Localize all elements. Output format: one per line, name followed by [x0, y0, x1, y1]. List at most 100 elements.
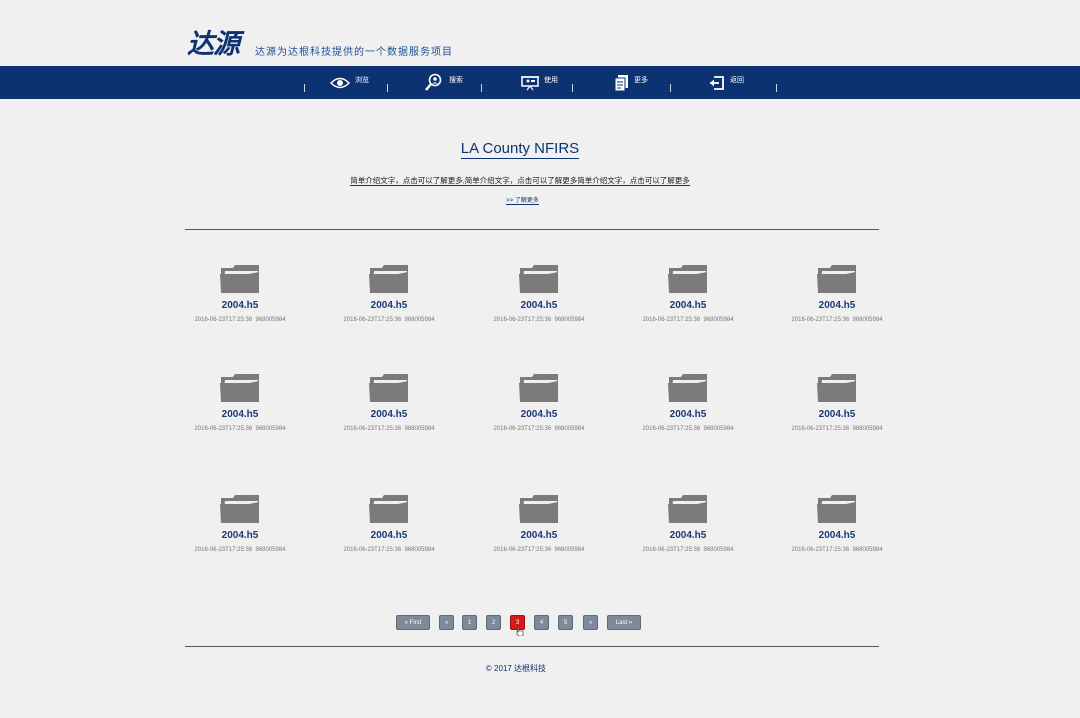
nav-item-more[interactable]: 更多	[614, 73, 648, 93]
file-date: 2016-06-23T17:25:36	[642, 426, 701, 432]
folder-icon	[334, 263, 444, 295]
file-item[interactable]: 2004.h5 2016-06-23T17:25:36 968005984	[185, 493, 295, 553]
nav-item-use[interactable]: 使用	[521, 73, 558, 93]
logo[interactable]: 达源	[187, 30, 240, 60]
folder-icon	[633, 263, 743, 295]
file-name[interactable]: 2004.h5	[782, 300, 892, 311]
folder-icon	[782, 493, 892, 525]
tagline: 达源为达根科技提供的一个数据服务项目	[255, 47, 453, 58]
document-icon	[614, 74, 629, 92]
file-item[interactable]: 2004.h5 2016-06-23T17:25:36 968005984	[782, 372, 892, 432]
file-date: 2016-06-23T17:25:36	[343, 317, 402, 323]
folder-icon	[484, 493, 594, 525]
folder-icon	[633, 372, 743, 404]
file-date: 2016-06-23T17:25:36	[642, 317, 701, 323]
folder-icon	[334, 372, 444, 404]
file-item[interactable]: 2004.h5 2016-06-23T17:25:36 968005984	[185, 372, 295, 432]
file-item[interactable]: 2004.h5 2016-06-23T17:25:36 968005984	[185, 263, 295, 323]
nav-item-back[interactable]: 返回	[709, 73, 744, 93]
learn-more-link[interactable]: >> 了解更多	[0, 195, 1045, 205]
file-meta: 2016-06-23T17:25:36 968005984	[185, 426, 295, 432]
file-date: 2016-06-23T17:25:36	[194, 317, 253, 323]
file-meta: 2016-06-23T17:25:36 968005984	[633, 317, 743, 323]
file-name[interactable]: 2004.h5	[633, 530, 743, 541]
file-meta: 2016-06-23T17:25:36 968005984	[484, 317, 594, 323]
nav-separator	[481, 84, 482, 92]
file-size: 968005984	[554, 547, 585, 553]
file-item[interactable]: 2004.h5 2016-06-23T17:25:36 968005984	[334, 263, 444, 323]
eye-icon	[330, 76, 350, 90]
file-name[interactable]: 2004.h5	[334, 530, 444, 541]
file-date: 2016-06-23T17:25:36	[343, 426, 402, 432]
file-name[interactable]: 2004.h5	[633, 300, 743, 311]
page-prev-button[interactable]: «	[439, 615, 454, 630]
file-date: 2016-06-23T17:25:36	[791, 547, 850, 553]
file-meta: 2016-06-23T17:25:36 968005984	[484, 426, 594, 432]
file-size: 968005984	[554, 426, 585, 432]
file-meta: 2016-06-23T17:25:36 968005984	[633, 547, 743, 553]
file-name[interactable]: 2004.h5	[782, 530, 892, 541]
file-size: 968005984	[703, 426, 734, 432]
page-last-button[interactable]: Last »	[607, 615, 641, 630]
file-date: 2016-06-23T17:25:36	[642, 547, 701, 553]
intro-description: 简单介绍文字，点击可以了解更多,简单介绍文字，点击可以了解更多简单介绍文字，点击…	[350, 176, 690, 186]
file-name[interactable]: 2004.h5	[185, 409, 295, 420]
file-date: 2016-06-23T17:25:36	[791, 317, 850, 323]
file-meta: 2016-06-23T17:25:36 968005984	[185, 547, 295, 553]
folder-icon	[782, 263, 892, 295]
presentation-icon	[521, 75, 539, 91]
footer-copyright: © 2017 达根科技	[485, 664, 547, 673]
file-name[interactable]: 2004.h5	[185, 530, 295, 541]
file-date: 2016-06-23T17:25:36	[194, 547, 253, 553]
file-date: 2016-06-23T17:25:36	[493, 547, 552, 553]
file-item[interactable]: 2004.h5 2016-06-23T17:25:36 968005984	[334, 493, 444, 553]
page-button-2[interactable]: 2	[486, 615, 501, 630]
file-item[interactable]: 2004.h5 2016-06-23T17:25:36 968005984	[484, 493, 594, 553]
file-item[interactable]: 2004.h5 2016-06-23T17:25:36 968005984	[782, 263, 892, 323]
file-item[interactable]: 2004.h5 2016-06-23T17:25:36 968005984	[633, 263, 743, 323]
nav-label-more: 更多	[634, 77, 648, 84]
file-item[interactable]: 2004.h5 2016-06-23T17:25:36 968005984	[484, 263, 594, 323]
file-date: 2016-06-23T17:25:36	[493, 317, 552, 323]
folder-icon	[334, 493, 444, 525]
file-date: 2016-06-23T17:25:36	[194, 426, 253, 432]
file-size: 968005984	[852, 426, 883, 432]
nav-item-browse[interactable]: 浏览	[330, 73, 369, 93]
page-button-5[interactable]: 5	[558, 615, 573, 630]
nav-label-search: 搜索	[449, 77, 463, 84]
file-item[interactable]: 2004.h5 2016-06-23T17:25:36 968005984	[633, 493, 743, 553]
folder-icon	[484, 372, 594, 404]
file-name[interactable]: 2004.h5	[484, 530, 594, 541]
file-name[interactable]: 2004.h5	[633, 409, 743, 420]
page-next-button[interactable]: »	[583, 615, 598, 630]
file-size: 968005984	[852, 317, 883, 323]
page-first-button[interactable]: « First	[396, 615, 430, 630]
file-meta: 2016-06-23T17:25:36 968005984	[334, 547, 444, 553]
file-meta: 2016-06-23T17:25:36 968005984	[782, 426, 892, 432]
file-name[interactable]: 2004.h5	[484, 300, 594, 311]
hand-cursor-icon	[516, 626, 524, 636]
folder-icon	[633, 493, 743, 525]
page-button-4[interactable]: 4	[534, 615, 549, 630]
divider-top	[185, 229, 879, 230]
file-item[interactable]: 2004.h5 2016-06-23T17:25:36 968005984	[334, 372, 444, 432]
file-date: 2016-06-23T17:25:36	[493, 426, 552, 432]
file-size: 968005984	[255, 317, 286, 323]
file-name[interactable]: 2004.h5	[782, 409, 892, 420]
nav-separator	[572, 84, 573, 92]
nav-item-search[interactable]: 搜索	[424, 73, 463, 93]
navbar: 浏览 搜索 使用 更多 返回	[0, 66, 1080, 99]
file-date: 2016-06-23T17:25:36	[343, 547, 402, 553]
file-item[interactable]: 2004.h5 2016-06-23T17:25:36 968005984	[633, 372, 743, 432]
page-button-1[interactable]: 1	[462, 615, 477, 630]
file-name[interactable]: 2004.h5	[334, 300, 444, 311]
file-item[interactable]: 2004.h5 2016-06-23T17:25:36 968005984	[484, 372, 594, 432]
file-name[interactable]: 2004.h5	[334, 409, 444, 420]
file-size: 968005984	[255, 547, 286, 553]
nav-label-use: 使用	[544, 77, 558, 84]
file-item[interactable]: 2004.h5 2016-06-23T17:25:36 968005984	[782, 493, 892, 553]
nav-separator	[670, 84, 671, 92]
folder-icon	[185, 263, 295, 295]
file-name[interactable]: 2004.h5	[185, 300, 295, 311]
file-name[interactable]: 2004.h5	[484, 409, 594, 420]
